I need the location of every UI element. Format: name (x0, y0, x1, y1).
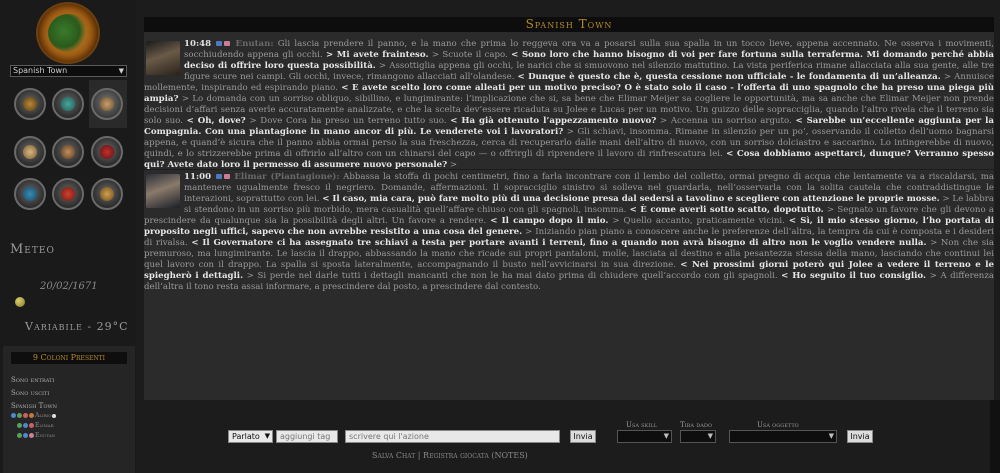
status-icon (23, 433, 28, 438)
meteo-weather: Variabile - 29°C (25, 320, 129, 333)
chevron-down-icon: ▼ (264, 432, 270, 440)
speech-text: < Il caso, mia cara, può fare molto più … (322, 194, 940, 204)
meteo-title: Meteo (10, 242, 55, 257)
presence-user[interactable]: Alibio (11, 412, 57, 419)
status-icon (23, 413, 28, 418)
presence-exited[interactable]: Sono usciti (11, 389, 49, 397)
nav-map-icon[interactable] (52, 88, 84, 120)
chat-message: 11:00 Elimar (Piantagione): Abbassa la s… (144, 172, 994, 293)
message-divider (144, 169, 994, 170)
guild-logo[interactable] (36, 2, 100, 64)
presence-location[interactable]: Spanish Town (11, 402, 57, 410)
register-link[interactable]: Registra giocata (NOTES) (423, 451, 528, 460)
save-chat-link[interactable]: Salva Chat (372, 451, 415, 460)
speech-text: < Il campo dopo il mio. (490, 216, 609, 226)
send-button[interactable]: Invia (570, 430, 596, 443)
nav-ring-icon[interactable] (14, 88, 46, 120)
location-select-value: Spanish Town (13, 66, 68, 75)
narration-text: > Quello accanto, praticamente vicini. (608, 216, 789, 226)
presence-entered[interactable]: Sono entrati (11, 376, 54, 384)
status-icon (23, 423, 28, 428)
skill-label: Usa skill (626, 421, 657, 429)
speech-text: > Mi avete frainteso. (325, 50, 429, 60)
status-icon (11, 413, 16, 418)
status-icon (29, 423, 34, 428)
nav-compass-icon[interactable] (91, 178, 123, 210)
badge-icon (223, 174, 230, 179)
chat-title: Spanish Town (144, 17, 994, 32)
nav-book-icon[interactable] (91, 136, 123, 168)
speech-text: < Dunque è questo che è, questa cessione… (517, 72, 941, 82)
nav-seal-icon[interactable] (52, 178, 84, 210)
message-author[interactable]: Elimar (Piantagione): (234, 172, 339, 182)
speech-text: < Ha già ottenuto l’appezzamento nuovo? (450, 116, 657, 126)
nav-anchor-icon[interactable] (14, 178, 46, 210)
moon-phase-icon (15, 297, 25, 307)
meteo-date: 20/02/1671 (40, 281, 98, 292)
mode-select[interactable]: Parlato ▼ (228, 430, 273, 443)
avatar[interactable] (146, 174, 180, 208)
narration-text: > Si perde nel darle tutti i dettagli ma… (243, 271, 782, 281)
status-icon (17, 423, 22, 428)
message-time: 10:48 (184, 39, 212, 49)
send-item-button[interactable]: Invia (847, 430, 873, 443)
nav-letter-icon[interactable] (14, 136, 46, 168)
dragon-emblem-icon (48, 14, 88, 52)
gender-icon (216, 41, 223, 46)
speech-text: < Il Governatore ci ha assegnato tre sch… (191, 238, 927, 248)
chevron-down-icon: ▼ (828, 432, 834, 440)
avatar[interactable] (146, 41, 180, 75)
message-body: Abbassa la stoffa di pochi centimetri, f… (144, 172, 994, 292)
skill-select[interactable]: ▼ (617, 430, 672, 443)
status-icon (29, 433, 34, 438)
chat-message: 10:48 Enutan: Gli lascia prendere il pan… (144, 39, 994, 171)
speech-text: < È come averli sotto scatto, dopotutto. (629, 205, 824, 215)
item-select[interactable]: ▼ (729, 430, 837, 443)
speech-text: < Oh, dove? (186, 116, 246, 126)
presence-panel: 9 Coloni Presenti Sono entrati Sono usci… (3, 346, 135, 473)
sidebar: Spanish Town ▼ Meteo 20/02/1671 Variabil… (0, 0, 136, 473)
message-body: Gli lascia prendere il panno, e la mano … (144, 39, 994, 170)
scrollbar[interactable] (990, 400, 1000, 473)
nav-swords-icon[interactable] (52, 136, 84, 168)
badge-icon (224, 41, 231, 46)
status-icon (17, 413, 22, 418)
narration-text: > Dove Cora ha preso un terreno tutto su… (245, 116, 451, 126)
speech-text: < Ho seguito il tuo consiglio. (781, 271, 926, 281)
presence-title[interactable]: 9 Coloni Presenti (11, 352, 127, 364)
dice-label: Tira dado (680, 421, 712, 429)
gender-icon (215, 174, 222, 179)
mode-select-value: Parlato (232, 432, 260, 441)
status-icon (29, 413, 34, 418)
footer-links: Salva Chat | Registra giocata (NOTES) (372, 451, 528, 460)
dice-select[interactable]: ▼ (680, 430, 716, 443)
presence-user[interactable]: Enutan (17, 432, 55, 439)
chevron-down-icon: ▼ (118, 67, 124, 75)
tag-input[interactable] (276, 430, 338, 443)
narration-text: > Scuote il capo. (428, 50, 512, 60)
action-input[interactable] (345, 430, 560, 443)
location-select[interactable]: Spanish Town ▼ (10, 65, 127, 77)
item-label: Usa oggetto (757, 421, 799, 429)
chevron-down-icon: ▼ (707, 432, 713, 440)
status-icon (17, 433, 22, 438)
presence-user-name: Alibio (35, 412, 52, 419)
bulb-icon (52, 413, 57, 418)
message-time: 11:00 (184, 172, 212, 182)
chat-panel: Spanish Town 10:48 Enutan: Gli lascia pr… (144, 17, 994, 400)
nav-scroll-icon[interactable] (91, 88, 123, 120)
presence-user-name: Elimar (35, 422, 54, 429)
presence-user[interactable]: Elimar (17, 422, 54, 429)
presence-user-name: Enutan (35, 432, 56, 439)
narration-text: > Accenna un sorriso arguto. (656, 116, 796, 126)
chevron-down-icon: ▼ (663, 432, 669, 440)
separator: | (417, 451, 421, 460)
message-author[interactable]: Enutan: (236, 39, 274, 49)
